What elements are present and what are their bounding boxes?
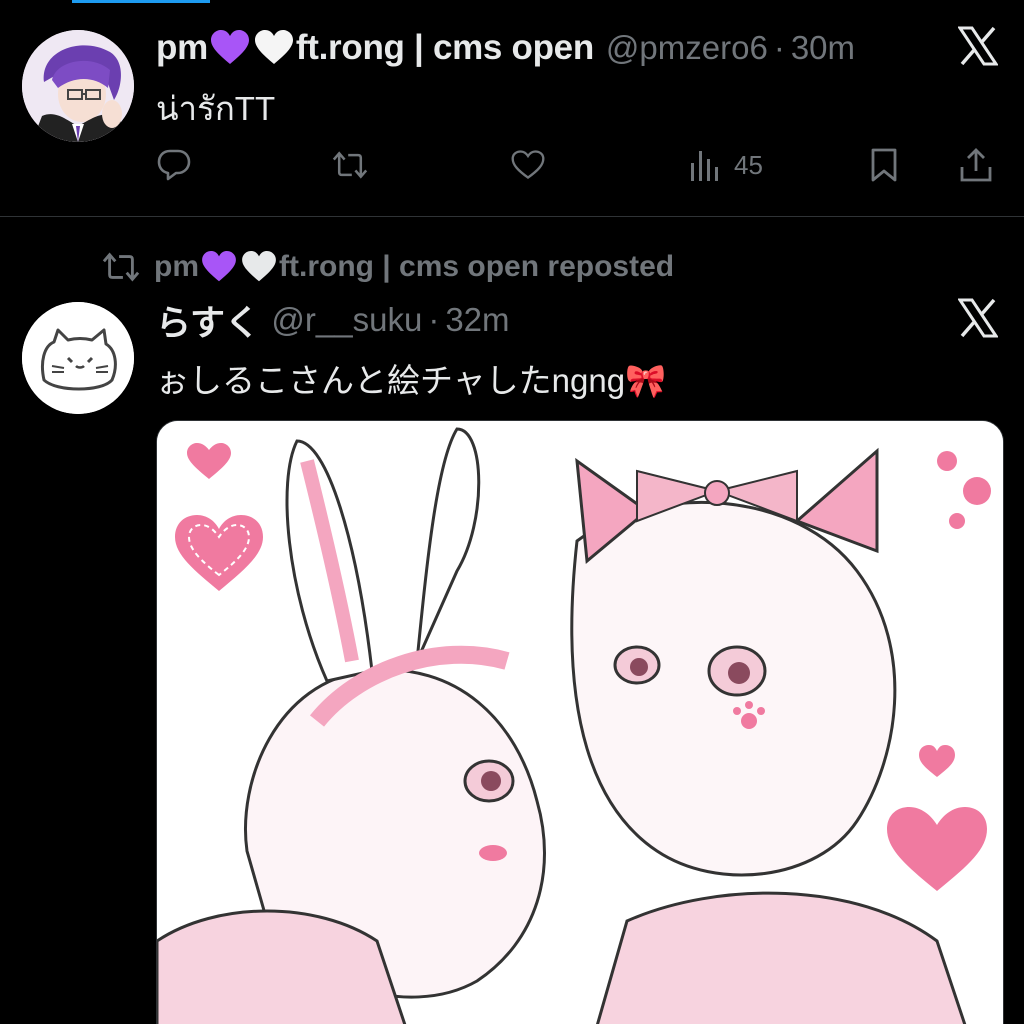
tweet-1[interactable]: pm ft.rong | cms open @pmzero6 · 30m น่า… [0,0,1024,217]
white-heart-icon [254,30,293,64]
reposter-suffix: ft.rong | cms open reposted [279,250,675,283]
bookmark-icon [871,148,897,182]
purple-heart-icon [210,30,249,64]
share-icon [960,148,992,182]
repost-icon [332,151,368,179]
bookmark-button[interactable] [866,142,902,188]
avatar[interactable] [22,30,134,142]
repost-button[interactable] [332,142,368,188]
reply-button[interactable] [156,142,192,188]
timestamp[interactable]: 30m [791,29,855,67]
tweet-header: pm ft.rong | cms open @pmzero6 · 30m [156,26,855,70]
avatar[interactable] [22,302,134,414]
separator: · [773,29,785,66]
reposter-name: pm [154,250,199,283]
timeline: pm ft.rong | cms open @pmzero6 · 30m น่า… [0,0,1024,1024]
x-logo-icon [958,298,998,338]
author-handle[interactable]: @pmzero6 [606,29,768,67]
author-name[interactable]: pm [156,28,208,68]
reply-icon [157,149,191,181]
like-icon [511,150,545,180]
tweet-text: ぉしるこさんと絵チャしたngng🎀 [156,362,667,399]
x-logo-icon [958,26,998,66]
views-button[interactable]: 45 [688,142,763,188]
author-name-suffix[interactable]: ft.rong | cms open [296,28,594,68]
views-icon [691,151,718,181]
author-handle[interactable]: @r__suku [271,301,422,339]
repost-icon [102,252,140,282]
action-bar: 45 [156,142,1004,188]
separator: · [428,301,440,338]
tweet-media-image[interactable] [156,420,1004,1024]
purple-heart-icon [202,251,236,282]
share-button[interactable] [958,142,994,188]
timestamp[interactable]: 32m [445,301,509,339]
views-count: 45 [734,149,763,180]
like-button[interactable] [510,142,546,188]
author-name[interactable]: らすく [156,295,260,346]
white-heart-icon [242,251,276,282]
repost-indicator[interactable]: pm ft.rong | cms open reposted [102,244,674,290]
tweet-text: น่ารักTT [156,90,276,127]
repost-text: pm ft.rong | cms open reposted [154,250,674,284]
tweet-header: らすく @r__suku · 32m [156,298,510,343]
